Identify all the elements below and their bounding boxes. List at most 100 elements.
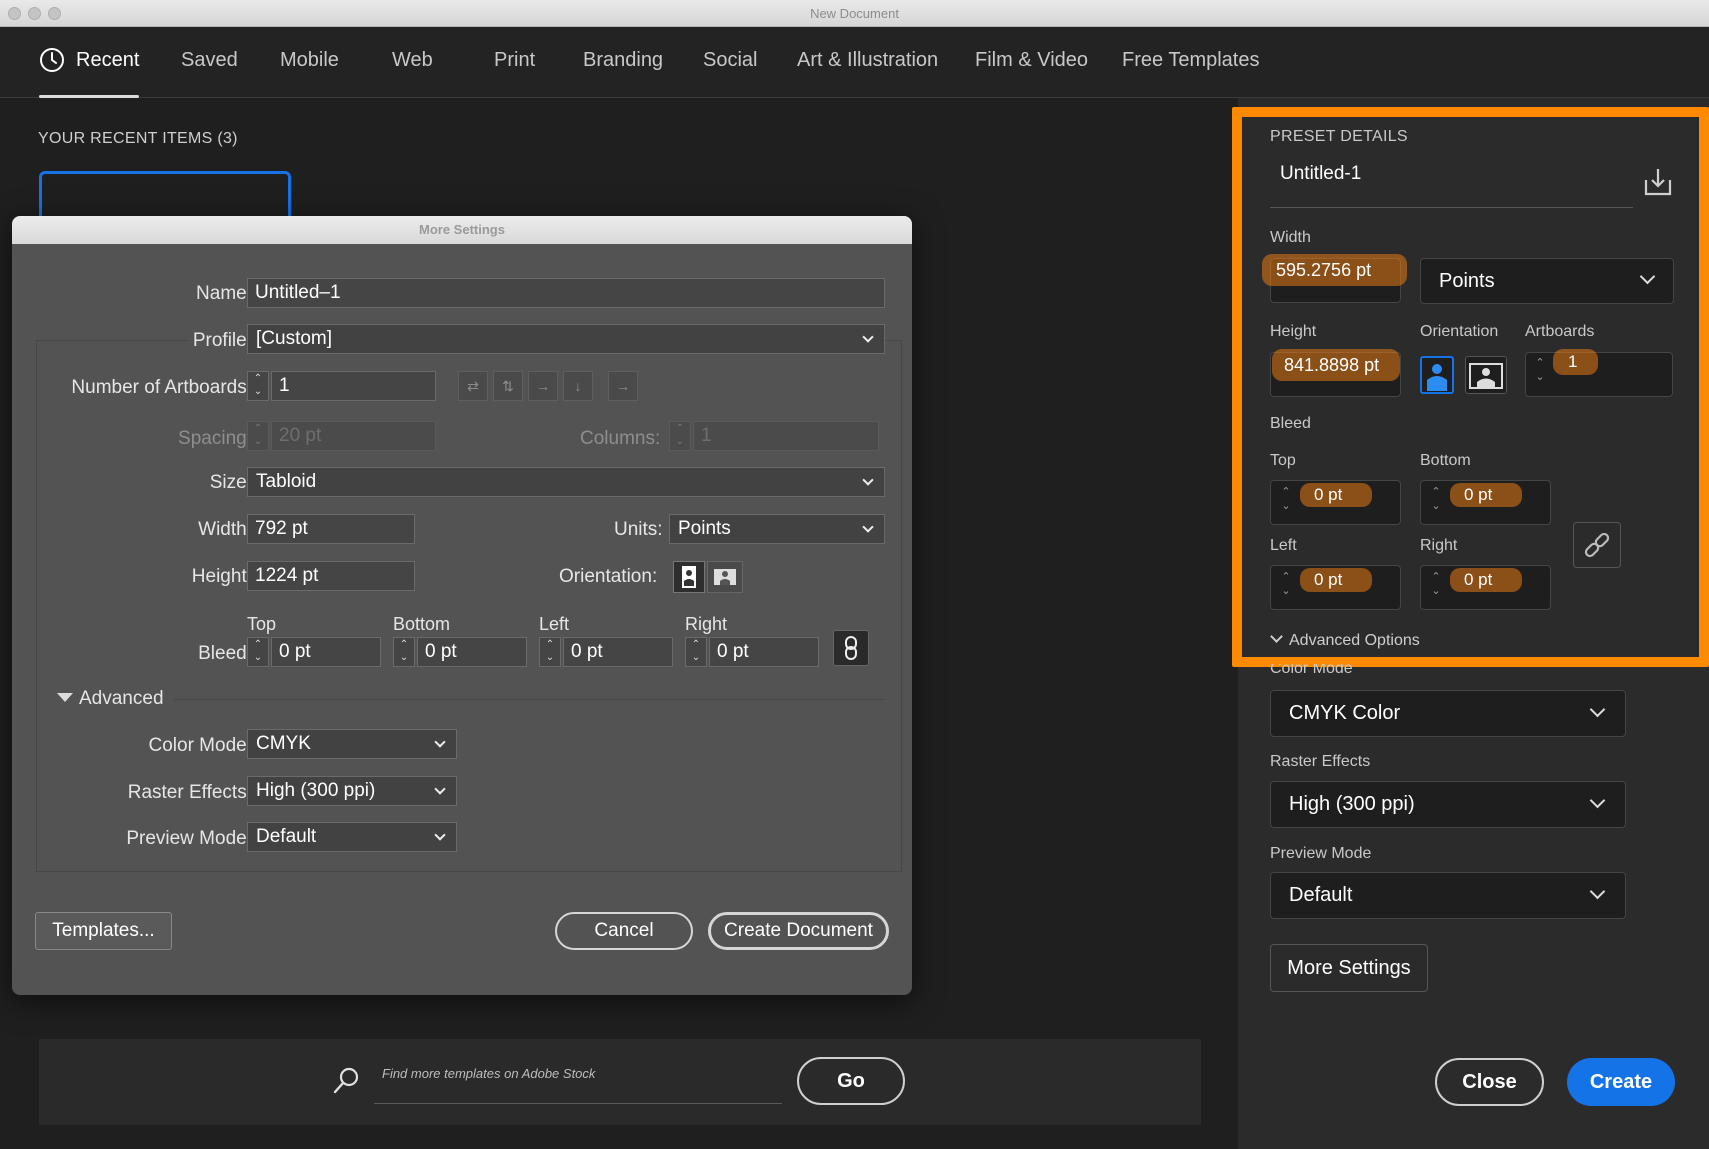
number-of-artboards-label: Number of Artboards: — [71, 377, 252, 398]
tab-saved[interactable]: Saved — [181, 49, 238, 72]
width-label: Width: — [198, 519, 252, 540]
bleed-bottom-input[interactable]: 0 pt — [417, 637, 527, 667]
artboards-input[interactable]: 1 — [271, 371, 436, 401]
chevron-down-icon — [862, 331, 874, 343]
raster-effects-value: High (300 ppi) — [1289, 793, 1415, 815]
profile-value: [Custom] — [256, 328, 333, 349]
dialog-title: More Settings — [12, 216, 912, 244]
bleed-left-stepper[interactable]: ⌃ ⌄ — [539, 637, 561, 667]
spacing-stepper[interactable]: ⌃ ⌄ — [247, 421, 269, 451]
create-button[interactable]: Create — [1567, 1058, 1675, 1106]
go-button[interactable]: Go — [797, 1057, 905, 1105]
stock-search-bar — [39, 1039, 1201, 1125]
spacing-input[interactable]: 20 pt — [271, 421, 436, 451]
color-mode-label: Color Mode — [1270, 664, 1353, 677]
link-bleed-button[interactable] — [833, 630, 869, 666]
profile-select[interactable]: [Custom] — [247, 324, 885, 354]
profile-label: Profile: — [188, 330, 252, 352]
arrange-by-row-icon[interactable]: → — [528, 371, 558, 401]
recent-items-heading: YOUR RECENT ITEMS (3) — [38, 130, 238, 148]
active-tab-indicator — [39, 95, 139, 98]
more-settings-dialog: More Settings Name: Untitled–1 Profile: … — [12, 216, 912, 995]
raster-effects-select[interactable]: High (300 ppi) — [1270, 781, 1626, 828]
height-label: Height: — [191, 566, 252, 587]
color-mode-select[interactable]: CMYK Color — [1270, 690, 1626, 737]
templates-button[interactable]: Templates... — [35, 912, 172, 950]
raster-effects-label: Raster Effects — [1270, 753, 1371, 770]
orientation-label: Orientation: — [559, 566, 658, 587]
columns-label: Columns: — [580, 428, 661, 449]
name-label: Name: — [196, 283, 252, 304]
right-to-left-layout-icon[interactable]: → — [608, 371, 638, 401]
stock-search-input[interactable]: Find more templates on Adobe Stock — [382, 1066, 595, 1081]
arrange-by-column-icon[interactable]: ↓ — [563, 371, 593, 401]
units-select[interactable]: Points — [669, 514, 885, 544]
advanced-label: Advanced — [79, 688, 164, 709]
chevron-down-icon — [434, 783, 446, 795]
chevron-down-icon — [434, 829, 446, 841]
preview-mode-value: Default — [1289, 884, 1353, 906]
clock-icon — [39, 47, 65, 73]
bleed-top-stepper[interactable]: ⌃ ⌄ — [247, 637, 269, 667]
columns-input[interactable]: 1 — [693, 421, 879, 451]
preview-mode-value: Default — [256, 826, 317, 847]
chevron-down-icon — [862, 474, 874, 486]
color-mode-label: Color Mode: — [148, 735, 253, 756]
name-input[interactable]: Untitled–1 — [247, 278, 885, 308]
tab-mobile[interactable]: Mobile — [280, 49, 339, 72]
raster-effects-select[interactable]: High (300 ppi) — [247, 776, 457, 806]
advanced-divider — [174, 699, 884, 700]
tab-art-illustration[interactable]: Art & Illustration — [797, 49, 938, 72]
columns-stepper[interactable]: ⌃ ⌄ — [669, 421, 691, 451]
raster-effects-value: High (300 ppi) — [256, 780, 376, 801]
chevron-down-icon — [1589, 701, 1606, 718]
search-icon — [332, 1066, 360, 1096]
artboards-stepper[interactable]: ⌃ ⌄ — [247, 371, 269, 401]
grid-by-row-icon[interactable]: ⇄ — [458, 371, 488, 401]
chevron-down-icon — [434, 736, 446, 748]
bleed-left-label: Left — [539, 614, 570, 634]
portrait-orientation-button[interactable] — [673, 561, 705, 593]
preview-mode-label: Preview Mode — [1270, 845, 1372, 862]
units-value: Points — [678, 518, 731, 539]
size-label: Size: — [209, 472, 252, 493]
bleed-bottom-label: Bottom — [393, 614, 451, 634]
bleed-right-stepper[interactable]: ⌃ ⌄ — [685, 637, 707, 667]
preview-mode-select[interactable]: Default — [247, 822, 457, 852]
recent-items-count: (3) — [217, 130, 238, 147]
highlight-box — [1232, 107, 1709, 667]
bleed-bottom-stepper[interactable]: ⌃ ⌄ — [393, 637, 415, 667]
spacing-label: Spacing: — [178, 428, 252, 449]
size-select[interactable]: Tabloid — [247, 467, 885, 497]
tab-web[interactable]: Web — [392, 49, 433, 72]
tab-recent[interactable]: Recent — [76, 49, 139, 72]
width-input[interactable]: 792 pt — [247, 514, 415, 544]
tab-film-video[interactable]: Film & Video — [975, 49, 1088, 72]
preview-mode-select[interactable]: Default — [1270, 872, 1626, 919]
chevron-down-icon — [862, 521, 874, 533]
bleed-left-input[interactable]: 0 pt — [563, 637, 673, 667]
create-document-button[interactable]: Create Document — [708, 912, 889, 950]
color-mode-value: CMYK — [256, 733, 311, 754]
size-value: Tabloid — [256, 471, 317, 492]
height-input[interactable]: 1224 pt — [247, 561, 415, 591]
tab-branding[interactable]: Branding — [583, 49, 663, 72]
landscape-orientation-button[interactable] — [707, 561, 743, 593]
cancel-button[interactable]: Cancel — [555, 912, 693, 950]
bleed-top-input[interactable]: 0 pt — [271, 637, 381, 667]
grid-by-column-icon[interactable]: ⇅ — [493, 371, 523, 401]
close-button[interactable]: Close — [1435, 1058, 1544, 1106]
bleed-top-label: Top — [247, 614, 277, 634]
window-title: New Document — [810, 6, 899, 21]
disclosure-triangle-icon — [57, 693, 73, 702]
tab-free-templates[interactable]: Free Templates — [1122, 49, 1259, 72]
bleed-right-input[interactable]: 0 pt — [709, 637, 819, 667]
more-settings-button[interactable]: More Settings — [1270, 944, 1428, 992]
recent-items-label: YOUR RECENT ITEMS — [38, 130, 213, 147]
tab-social[interactable]: Social — [703, 49, 757, 72]
tab-print[interactable]: Print — [494, 49, 535, 72]
preview-mode-label: Preview Mode: — [126, 828, 252, 849]
color-mode-select[interactable]: CMYK — [247, 729, 457, 759]
landscape-icon — [714, 569, 736, 585]
advanced-toggle[interactable]: Advanced — [57, 688, 164, 710]
